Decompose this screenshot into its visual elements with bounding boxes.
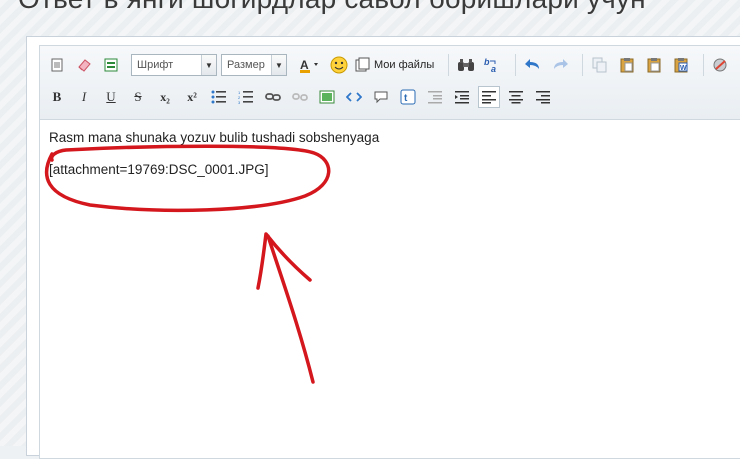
insert-twitter-button[interactable]: t bbox=[397, 86, 419, 108]
size-select[interactable]: Размер ▼ bbox=[221, 54, 287, 76]
outdent-button[interactable] bbox=[424, 86, 446, 108]
undo-button[interactable] bbox=[522, 54, 544, 76]
undo-icon bbox=[525, 59, 540, 69]
text-color-button[interactable]: A bbox=[297, 54, 323, 76]
subscript-button[interactable]: x₂ bbox=[154, 86, 176, 108]
redo-button[interactable] bbox=[549, 54, 571, 76]
remove-link-button[interactable] bbox=[289, 86, 311, 108]
numbered-list-button[interactable]: 123 bbox=[235, 86, 257, 108]
svg-text:b: b bbox=[484, 57, 490, 67]
spellcheck-button[interactable] bbox=[710, 54, 732, 76]
svg-text:3: 3 bbox=[238, 100, 241, 104]
toggle-editor-button[interactable] bbox=[100, 54, 122, 76]
find-button[interactable] bbox=[455, 54, 477, 76]
svg-text:a: a bbox=[491, 64, 496, 73]
editor-toolbar: Шрифт ▼ Размер ▼ A Мои файлы ba W B I U … bbox=[39, 45, 740, 119]
quote-bubble-icon bbox=[374, 91, 388, 104]
twitter-icon: t bbox=[400, 89, 416, 105]
redo-icon bbox=[554, 59, 569, 69]
binoculars-icon bbox=[458, 59, 475, 71]
font-select-value: Шрифт bbox=[137, 59, 174, 71]
my-files-label: Мои файлы bbox=[374, 59, 435, 71]
image-icon bbox=[319, 90, 335, 104]
toolbar-separator bbox=[515, 54, 517, 76]
indent-icon bbox=[455, 91, 469, 104]
bullet-list-icon bbox=[211, 90, 226, 104]
source-icon bbox=[51, 58, 63, 72]
clipboard-word-icon: W bbox=[674, 58, 688, 73]
chevron-down-icon: ▼ bbox=[201, 55, 216, 75]
emoticons-button[interactable] bbox=[328, 54, 350, 76]
page-title: Ответ в янги шогирдлар савол боришлари у… bbox=[18, 0, 646, 15]
editor-text-area[interactable]: Rasm mana shunaka yozuv bulib tushadi so… bbox=[39, 119, 740, 459]
insert-link-button[interactable] bbox=[262, 86, 284, 108]
indent-button[interactable] bbox=[451, 86, 473, 108]
copy-icon bbox=[592, 57, 607, 73]
superscript-button[interactable]: x² bbox=[181, 86, 203, 108]
code-icon bbox=[346, 92, 362, 102]
replace-button[interactable]: ba bbox=[482, 54, 504, 76]
paste-text-button[interactable] bbox=[643, 54, 665, 76]
toggle-source-button[interactable] bbox=[46, 54, 68, 76]
eraser-icon bbox=[78, 59, 91, 72]
toolbar-row-1: Шрифт ▼ Размер ▼ A Мои файлы ba W bbox=[46, 50, 737, 80]
align-right-button[interactable] bbox=[532, 86, 554, 108]
files-icon bbox=[355, 57, 370, 72]
toolbar-separator bbox=[703, 54, 705, 76]
svg-text:A: A bbox=[300, 58, 309, 72]
strikethrough-button[interactable]: S bbox=[127, 86, 149, 108]
paste-button[interactable] bbox=[616, 54, 638, 76]
align-left-button[interactable] bbox=[478, 86, 500, 108]
insert-quote-button[interactable] bbox=[370, 86, 392, 108]
paste-word-button[interactable]: W bbox=[670, 54, 692, 76]
toolbar-separator bbox=[448, 54, 450, 76]
toolbar-row-2: B I U S x₂ x² 123 t bbox=[46, 82, 559, 112]
my-files-button[interactable]: Мои файлы bbox=[355, 54, 434, 76]
unlink-icon bbox=[292, 93, 308, 101]
attachment-tag-text: [attachment=19769:DSC_0001.JPG] bbox=[49, 162, 269, 177]
align-right-icon bbox=[536, 91, 550, 104]
editor-mode-icon bbox=[104, 58, 118, 72]
outdent-icon bbox=[428, 91, 442, 104]
bold-button[interactable]: B bbox=[46, 86, 68, 108]
clipboard-text-icon bbox=[647, 58, 661, 73]
svg-text:W: W bbox=[680, 65, 687, 72]
italic-button[interactable]: I bbox=[73, 86, 95, 108]
align-center-button[interactable] bbox=[505, 86, 527, 108]
toolbar-separator bbox=[582, 54, 584, 76]
bullet-list-button[interactable] bbox=[208, 86, 230, 108]
size-select-value: Размер bbox=[227, 59, 265, 71]
smiley-icon bbox=[330, 56, 348, 74]
replace-icon: ba bbox=[484, 57, 496, 73]
text-color-icon: A bbox=[300, 58, 318, 73]
insert-code-button[interactable] bbox=[343, 86, 365, 108]
remove-format-button[interactable] bbox=[73, 54, 95, 76]
post-editor: Шрифт ▼ Размер ▼ A Мои файлы ba W B I U … bbox=[26, 36, 740, 459]
numbered-list-icon: 123 bbox=[238, 90, 253, 104]
editor-text-line-1: Rasm mana shunaka yozuv bulib tushadi so… bbox=[49, 130, 380, 145]
clipboard-icon bbox=[620, 58, 634, 73]
align-left-icon bbox=[482, 91, 496, 104]
align-center-icon bbox=[509, 91, 523, 104]
link-icon bbox=[265, 93, 281, 101]
insert-image-button[interactable] bbox=[316, 86, 338, 108]
copy-button[interactable] bbox=[589, 54, 611, 76]
underline-button[interactable]: U bbox=[100, 86, 122, 108]
spellcheck-icon bbox=[713, 58, 727, 72]
font-select[interactable]: Шрифт ▼ bbox=[131, 54, 217, 76]
chevron-down-icon: ▼ bbox=[271, 55, 286, 75]
